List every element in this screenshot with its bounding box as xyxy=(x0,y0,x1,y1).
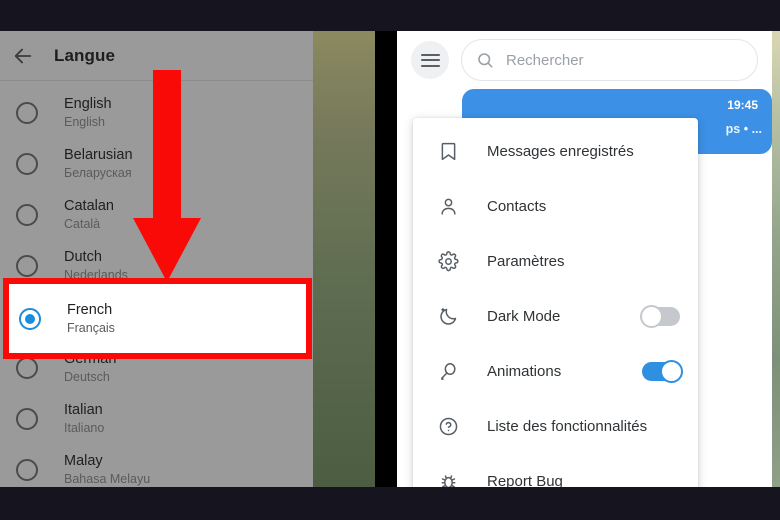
annotation-arrow-icon xyxy=(133,70,201,282)
radio-button[interactable] xyxy=(16,203,38,226)
radio-button[interactable] xyxy=(19,307,41,330)
search-input[interactable]: Rechercher xyxy=(461,39,758,81)
messenger-panel: Rechercher 19:45 ps • ... Messages enreg… xyxy=(397,31,772,487)
language-native-name: Deutsch xyxy=(64,369,110,384)
menu-item-label: Liste des fonctionnalités xyxy=(487,418,648,435)
language-native-name: Bahasa Melayu xyxy=(64,471,151,486)
language-native-name: Italiano xyxy=(64,420,105,435)
hamburger-menu-icon[interactable] xyxy=(411,41,449,79)
language-native-name: English xyxy=(64,114,105,129)
menu-item-label: Animations xyxy=(487,363,562,380)
search-icon xyxy=(476,51,494,69)
list-item-text: Malay Bahasa Melayu xyxy=(64,453,150,487)
radio-button[interactable] xyxy=(16,407,38,430)
list-item-text: Italian Italiano xyxy=(64,402,104,436)
toggle-knob xyxy=(660,360,683,383)
list-item-text: Belarusian Беларуская xyxy=(64,147,133,181)
language-native-name: Беларуская xyxy=(64,165,132,180)
right-wallpaper-strip xyxy=(772,31,780,487)
menu-item-contacts[interactable]: Contacts xyxy=(413,179,698,234)
page-title: Langue xyxy=(54,45,116,65)
menu-item-animations[interactable]: Animations xyxy=(413,344,698,399)
language-name: Dutch xyxy=(64,248,102,265)
main-menu-dropdown: Messages enregistrés Contacts Paramètres… xyxy=(413,118,698,487)
list-item[interactable]: Italian Italiano xyxy=(0,393,313,444)
language-name: French xyxy=(67,301,113,318)
message-timestamp: 19:45 xyxy=(727,98,758,112)
back-arrow-icon[interactable] xyxy=(0,33,46,79)
language-name: Malay xyxy=(64,452,103,469)
radio-button[interactable] xyxy=(16,101,38,124)
menu-item-label: Paramètres xyxy=(487,253,565,270)
messenger-topbar: Rechercher xyxy=(397,31,772,89)
dark-mode-toggle[interactable] xyxy=(640,305,680,328)
annotation-highlight-box: French Français xyxy=(3,278,312,359)
menu-item-dark-mode[interactable]: Dark Mode xyxy=(413,289,698,344)
menu-item-label: Report Bug xyxy=(487,473,563,487)
list-item-text: Catalan Català xyxy=(64,198,114,232)
screenshot-root: Langue English English Belarusian Белару… xyxy=(0,0,780,520)
gear-icon xyxy=(435,249,461,275)
menu-item-label: Dark Mode xyxy=(487,308,561,325)
radio-button[interactable] xyxy=(16,356,38,379)
bookmark-icon xyxy=(435,139,461,165)
menu-item-label: Messages enregistrés xyxy=(487,143,634,160)
list-item-text: French Français xyxy=(67,302,115,336)
message-preview: ps • ... xyxy=(725,122,762,136)
language-native-name: Català xyxy=(64,216,101,231)
list-item[interactable]: Malay Bahasa Melayu xyxy=(0,444,313,487)
radio-button[interactable] xyxy=(16,458,38,481)
question-circle-icon xyxy=(435,414,461,440)
language-native-name: Français xyxy=(67,320,115,335)
menu-item-saved-messages[interactable]: Messages enregistrés xyxy=(413,124,698,179)
list-item-text: English English xyxy=(64,96,112,130)
language-name: English xyxy=(64,95,112,112)
language-name: Italian xyxy=(64,401,103,418)
left-wallpaper-strip xyxy=(313,31,375,487)
menu-item-features-list[interactable]: Liste des fonctionnalités xyxy=(413,399,698,454)
language-name: Catalan xyxy=(64,197,114,214)
balloon-icon xyxy=(435,359,461,385)
menu-item-settings[interactable]: Paramètres xyxy=(413,234,698,289)
bug-icon xyxy=(435,469,461,487)
panel-divider xyxy=(375,31,397,487)
search-placeholder: Rechercher xyxy=(506,51,584,69)
person-icon xyxy=(435,194,461,220)
language-name: Belarusian xyxy=(64,146,133,163)
menu-item-label: Contacts xyxy=(487,198,547,215)
radio-button[interactable] xyxy=(16,152,38,175)
radio-button[interactable] xyxy=(16,254,38,277)
moon-icon xyxy=(435,304,461,330)
toggle-knob xyxy=(640,305,663,328)
animations-toggle[interactable] xyxy=(642,360,683,383)
menu-item-report-bug[interactable]: Report Bug xyxy=(413,454,698,487)
